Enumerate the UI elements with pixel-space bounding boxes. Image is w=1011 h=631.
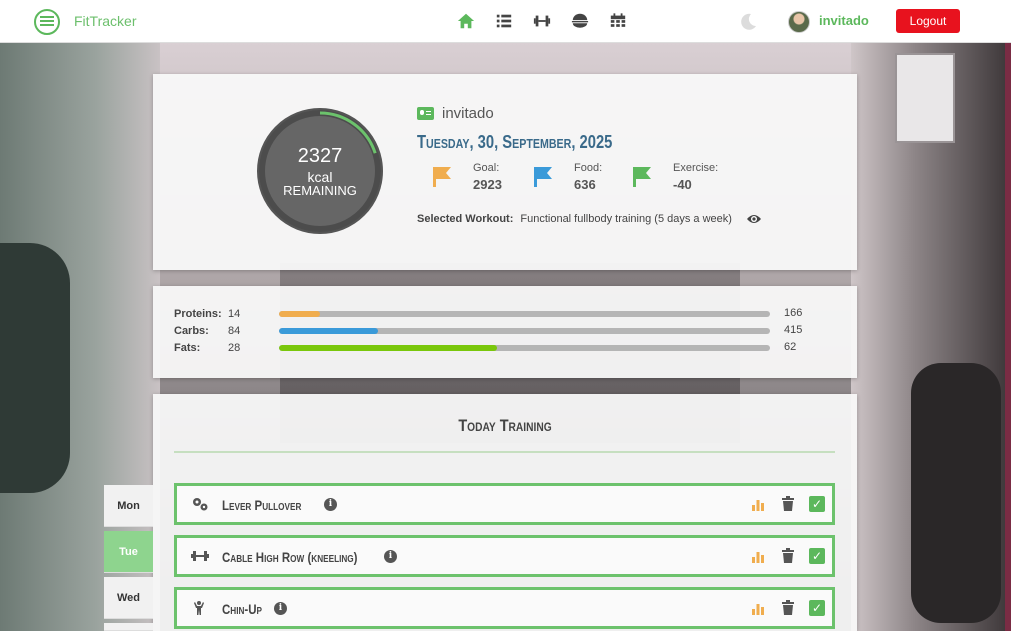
- calorie-ring-text: 2327 kcal REMAINING: [253, 104, 387, 238]
- date-title: Tuesday, 30, September, 2025: [417, 132, 613, 152]
- logout-button[interactable]: Logout: [896, 9, 960, 33]
- bar-chart-icon[interactable]: [751, 602, 765, 615]
- carbs-label: Carbs:: [174, 325, 209, 337]
- calories-unit: kcal: [307, 169, 333, 185]
- food-label: Food:: [574, 162, 603, 174]
- trash-icon[interactable]: [782, 600, 794, 615]
- selected-workout-value[interactable]: Functional fullbody training (5 days a w…: [520, 213, 732, 225]
- goal-value: 2923: [473, 177, 502, 192]
- calendar-icon[interactable]: [608, 11, 628, 31]
- exercise-row[interactable]: Lever Pullover i ✓: [174, 483, 835, 525]
- remaining-label: REMAINING: [283, 183, 357, 198]
- selected-workout-label: Selected Workout:: [417, 213, 514, 225]
- carbs-goal: 415: [784, 324, 803, 336]
- list-icon[interactable]: [494, 11, 514, 31]
- selected-workout: Selected Workout: Functional fullbody tr…: [417, 213, 762, 225]
- bowl-icon[interactable]: [570, 11, 590, 31]
- completed-checkbox[interactable]: ✓: [809, 496, 825, 512]
- navbar: FitTracker invitado Logout: [0, 0, 1011, 43]
- id-card-icon: [417, 107, 434, 120]
- exercise-row[interactable]: Chin-Up i ✓: [174, 587, 835, 629]
- carbs-progress-bar: [279, 328, 770, 334]
- exercise-name: Cable High Row (kneeling): [222, 549, 358, 565]
- info-icon[interactable]: i: [324, 498, 337, 511]
- completed-checkbox[interactable]: ✓: [809, 548, 825, 564]
- exercise-flag-icon: [633, 167, 651, 187]
- nav-icons: [456, 11, 628, 31]
- food-flag-icon: [534, 167, 552, 187]
- summary-user: invitado: [417, 105, 494, 122]
- user-name[interactable]: invitado: [819, 13, 869, 28]
- fats-value: 28: [228, 342, 241, 354]
- food-value: 636: [574, 177, 596, 192]
- day-tab-next[interactable]: [104, 623, 153, 631]
- goal-flag-icon: [433, 167, 451, 187]
- dumbbell-icon[interactable]: [532, 11, 552, 31]
- goal-label: Goal:: [473, 162, 500, 174]
- avatar[interactable]: [788, 11, 810, 33]
- macros-card: Proteins: 14 166 Carbs: 84 415 Fats: 28 …: [153, 286, 857, 378]
- exercise-stat: Exercise: -40: [631, 162, 718, 192]
- gears-icon: [193, 498, 208, 511]
- training-title: Today Training: [458, 416, 552, 435]
- summary-user-name: invitado: [442, 105, 494, 122]
- day-tab-tue[interactable]: Tue: [104, 531, 153, 573]
- dark-mode-moon-icon[interactable]: [738, 12, 758, 32]
- day-tab-wed[interactable]: Wed: [104, 577, 153, 619]
- person-icon: [194, 601, 204, 615]
- fats-progress-bar: [279, 345, 770, 351]
- carbs-row: Carbs: 84 415: [174, 324, 854, 338]
- carbs-value: 84: [228, 325, 241, 337]
- daily-summary-card: 2327 kcal REMAINING invitado Tuesday, 30…: [153, 74, 857, 270]
- protein-row: Proteins: 14 166: [174, 307, 854, 321]
- info-icon[interactable]: i: [384, 550, 397, 563]
- food-stat: Food: 636: [532, 162, 602, 192]
- completed-checkbox[interactable]: ✓: [809, 600, 825, 616]
- exercise-name: Lever Pullover: [222, 497, 302, 513]
- eye-icon[interactable]: [746, 213, 762, 225]
- brand-logo-icon[interactable]: [34, 9, 60, 35]
- protein-progress-bar: [279, 311, 770, 317]
- exercise-value: -40: [673, 177, 692, 192]
- protein-value: 14: [228, 308, 241, 320]
- protein-goal: 166: [784, 307, 803, 319]
- calories-remaining-value: 2327: [297, 145, 343, 167]
- home-icon[interactable]: [456, 11, 476, 31]
- fats-label: Fats:: [174, 342, 201, 354]
- bar-chart-icon[interactable]: [751, 498, 765, 511]
- protein-label: Proteins:: [174, 308, 222, 320]
- fats-goal: 62: [784, 341, 797, 353]
- brand-name[interactable]: FitTracker: [74, 13, 136, 29]
- bar-chart-icon[interactable]: [751, 550, 765, 563]
- trash-icon[interactable]: [782, 496, 794, 511]
- dumbbell-icon: [191, 551, 209, 561]
- exercise-name: Chin-Up: [222, 601, 263, 617]
- trash-icon[interactable]: [782, 548, 794, 563]
- fats-row: Fats: 28 62: [174, 341, 854, 355]
- goal-stat: Goal: 2923: [431, 162, 502, 192]
- exercise-row[interactable]: Cable High Row (kneeling) i ✓: [174, 535, 835, 577]
- day-tab-mon[interactable]: Mon: [104, 485, 153, 527]
- info-icon[interactable]: i: [274, 602, 287, 615]
- exercise-label: Exercise:: [673, 162, 719, 174]
- divider: [174, 451, 835, 453]
